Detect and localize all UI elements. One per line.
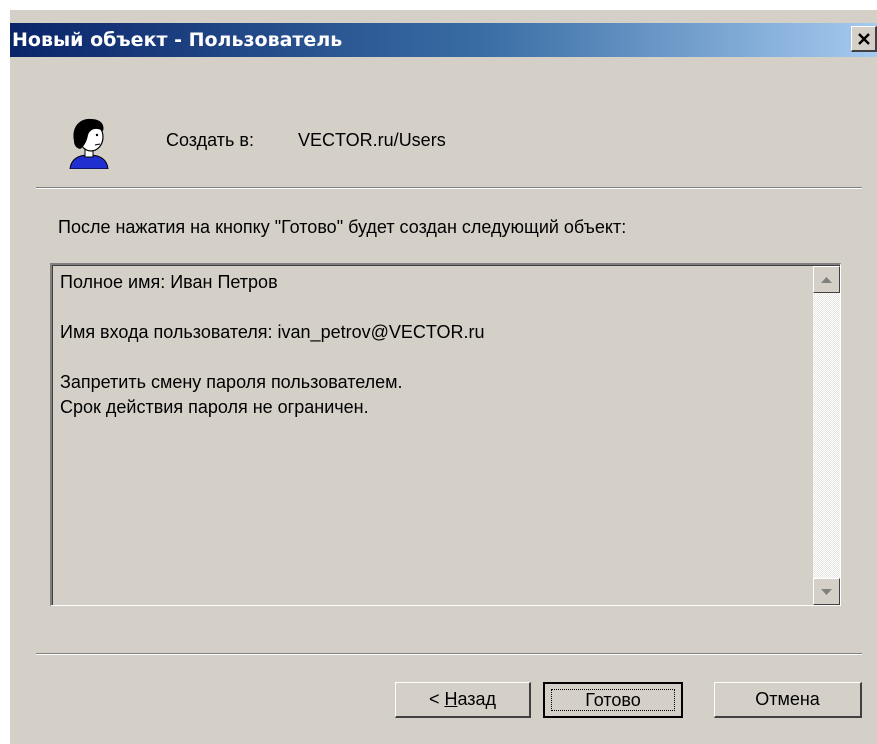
user-icon <box>69 118 109 169</box>
scroll-down-button[interactable] <box>813 578 840 605</box>
summary-line-blank <box>60 345 485 370</box>
vertical-scrollbar[interactable] <box>813 266 840 605</box>
window-title: Новый объект - Пользователь <box>12 29 343 51</box>
cancel-button-label: Отмена <box>755 689 820 709</box>
back-button[interactable]: < Назад <box>395 682 531 718</box>
summary-line-password-expiry: Срок действия пароля не ограничен. <box>60 397 369 417</box>
back-button-mnemonic: Н <box>444 689 458 709</box>
summary-line-full-name: Полное имя: Иван Петров <box>60 272 278 292</box>
title-bar[interactable]: Новый объект - Пользователь <box>10 23 877 57</box>
summary-line-blank <box>60 295 485 320</box>
focus-rectangle <box>551 689 675 711</box>
new-user-dialog: Новый объект - Пользователь Создать в: V… <box>10 10 877 744</box>
header-separator <box>36 187 862 189</box>
create-in-label: Создать в: <box>166 130 254 150</box>
footer-separator <box>36 653 862 655</box>
summary-line-password-change: Запретить смену пароля пользователем. <box>60 372 403 392</box>
create-in-path: VECTOR.ru/Users <box>298 130 446 150</box>
summary-line-logon-name: Имя входа пользователя: ivan_petrov@VECT… <box>60 322 485 342</box>
summary-content: Полное имя: Иван Петров Имя входа пользо… <box>60 270 485 420</box>
close-button[interactable] <box>851 26 877 52</box>
arrow-down-icon <box>821 588 832 595</box>
arrow-up-icon <box>821 276 832 283</box>
back-button-prefix: < <box>428 689 445 709</box>
intro-text: После нажатия на кнопку "Готово" будет с… <box>58 217 627 237</box>
close-icon <box>857 32 870 45</box>
summary-inner-border: Полное имя: Иван Петров Имя входа пользо… <box>52 265 840 605</box>
cancel-button[interactable]: Отмена <box>714 682 862 718</box>
back-button-label: азад <box>457 689 497 709</box>
summary-textbox[interactable]: Полное имя: Иван Петров Имя входа пользо… <box>50 263 841 606</box>
finish-button[interactable]: Готово <box>543 682 683 718</box>
scroll-up-button[interactable] <box>813 266 840 293</box>
